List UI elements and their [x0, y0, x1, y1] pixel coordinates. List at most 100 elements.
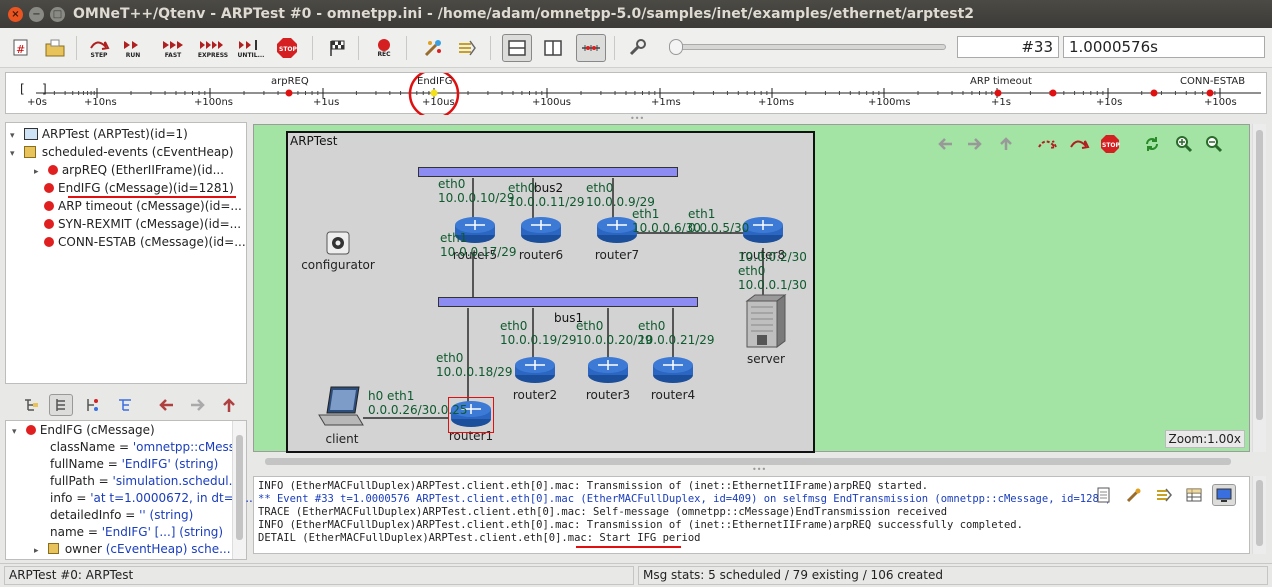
- close-button[interactable]: ×: [8, 7, 23, 22]
- preferences-button[interactable]: [622, 34, 652, 62]
- finish-flag-button[interactable]: [322, 34, 352, 62]
- maximize-button[interactable]: □: [50, 7, 65, 22]
- tree-item-endifg[interactable]: EndIFG (cMessage)(id=1281): [44, 179, 236, 198]
- layout-vertical-button[interactable]: [538, 34, 568, 62]
- find-button[interactable]: [1122, 484, 1146, 506]
- layout-horizontal-button[interactable]: [502, 34, 532, 62]
- slider-handle[interactable]: [669, 39, 683, 55]
- expand-arrow-icon[interactable]: ▸: [34, 542, 44, 560]
- canvas-stop-button[interactable]: STOP: [1098, 133, 1122, 155]
- expand-arrow-icon[interactable]: ▾: [10, 145, 20, 163]
- router3-node[interactable]: router3: [583, 355, 633, 402]
- bus1-bar[interactable]: [438, 297, 698, 307]
- animation-speed-slider[interactable]: [669, 39, 946, 55]
- expand-arrow-icon[interactable]: ▸: [34, 163, 44, 181]
- bus2-bar[interactable]: [418, 167, 678, 177]
- stop-button[interactable]: STOP: [272, 34, 302, 62]
- scroll-thumb[interactable]: [1256, 130, 1263, 420]
- field-value: (cEventHeap) sche...: [105, 542, 231, 556]
- scroll-thumb[interactable]: [265, 458, 1231, 465]
- tree-item-arpreq[interactable]: ▸ arpREQ (EtherIIFrame)(id...: [34, 161, 224, 179]
- minimize-button[interactable]: −: [29, 7, 44, 22]
- queue-inspector-button[interactable]: [452, 34, 482, 62]
- back-button[interactable]: [155, 394, 179, 416]
- log-line: DETAIL (EtherMACFullDuplex)ARPTest.clien…: [258, 532, 701, 544]
- network-canvas[interactable]: ARPTest bus2 bus1 configurator router5 r…: [253, 124, 1250, 453]
- timeline-bracket-open: [: [20, 82, 25, 96]
- router4-node[interactable]: router4: [648, 355, 698, 402]
- network-icon-button[interactable]: #: [6, 34, 36, 62]
- timeline-toggle-button[interactable]: [576, 34, 606, 62]
- inheritance-button[interactable]: [81, 394, 105, 416]
- event-marker-arp-timeout[interactable]: [994, 89, 1002, 97]
- forward-button[interactable]: [185, 394, 209, 416]
- event-marker-2[interactable]: [1150, 89, 1158, 97]
- tree-item-conn-estab[interactable]: CONN-ESTAB (cMessage)(id=...: [44, 233, 246, 251]
- configurator-node[interactable]: configurator: [298, 231, 378, 272]
- field-row[interactable]: ▸ owner (cEventHeap) sche...: [34, 540, 231, 558]
- find-messages-button[interactable]: [418, 34, 448, 62]
- open-folder-button[interactable]: [40, 34, 70, 62]
- field-row[interactable]: info = 'at t=1.0000672, in dt=0...: [50, 489, 253, 507]
- canvas-forward-button[interactable]: [962, 133, 986, 155]
- field-row[interactable]: name = 'EndIFG' [...] (string): [50, 523, 223, 541]
- tree-item-scheduled-events[interactable]: ▾ scheduled-events (cEventHeap): [10, 143, 234, 161]
- splitter-grip[interactable]: •••: [752, 465, 766, 474]
- tree-item-arptest[interactable]: ▾ ARPTest (ARPTest)(id=1): [10, 125, 188, 143]
- event-marker-arpreq[interactable]: [285, 89, 293, 97]
- inheritance-icon: [87, 399, 98, 411]
- router6-node[interactable]: router6: [516, 215, 566, 262]
- event-marker-endifg[interactable]: [430, 89, 438, 97]
- copy-log-button[interactable]: [1092, 484, 1116, 506]
- scroll-thumb[interactable]: [1256, 480, 1263, 546]
- filter-button[interactable]: [1152, 484, 1176, 506]
- run-until-button[interactable]: UNTIL...: [236, 34, 266, 62]
- group-by-button[interactable]: [19, 394, 43, 416]
- message-icon: [25, 425, 36, 435]
- tick-label: +10ns: [84, 97, 117, 108]
- splitter-grip[interactable]: •••: [630, 114, 644, 123]
- iface-label: eth0 10.0.0.19/29: [500, 319, 577, 347]
- log-scrollbar[interactable]: [1252, 476, 1266, 554]
- tree-item-arp-timeout[interactable]: ARP timeout (cMessage)(id=...: [44, 197, 242, 215]
- flat-mode-button[interactable]: [49, 394, 73, 416]
- relayout-button[interactable]: [1140, 133, 1164, 155]
- run-local-button[interactable]: [1068, 133, 1092, 155]
- svg-text:STOP: STOP: [279, 46, 298, 53]
- field-row[interactable]: fullName = 'EndIFG' (string): [50, 455, 218, 473]
- children-button[interactable]: [113, 394, 137, 416]
- timeline[interactable]: [ ] +0s +10ns +100ns +1us +10us +100us +…: [5, 72, 1267, 115]
- record-button[interactable]: REC: [369, 34, 399, 62]
- window-titlebar: × − □ OMNeT++/Qtenv - ARPTest #0 - omnet…: [0, 0, 1272, 28]
- inspector-scrollbar[interactable]: [232, 421, 246, 559]
- zoom-out-button[interactable]: [1202, 133, 1226, 155]
- step-into-button[interactable]: [1036, 133, 1060, 155]
- canvas-vscrollbar[interactable]: [1252, 124, 1266, 452]
- canvas-back-button[interactable]: [934, 133, 958, 155]
- express-button[interactable]: EXPRESS: [198, 34, 228, 62]
- router2-node[interactable]: router2: [510, 355, 560, 402]
- tick-label: +1ms: [651, 97, 681, 108]
- field-row[interactable]: detailedInfo = '' (string): [50, 506, 193, 524]
- tree-item-syn-rexmit[interactable]: SYN-REXMIT (cMessage)(id=...: [44, 215, 241, 233]
- up-button[interactable]: [217, 394, 241, 416]
- canvas-up-button[interactable]: [994, 133, 1018, 155]
- fast-button[interactable]: FAST: [158, 34, 188, 62]
- step-button[interactable]: STEP: [84, 34, 114, 62]
- zoom-in-button[interactable]: [1172, 133, 1196, 155]
- run-button[interactable]: RUN: [118, 34, 148, 62]
- inspector-root[interactable]: ▾ EndIFG (cMessage): [12, 421, 155, 439]
- field-row[interactable]: className = 'omnetpp::cMess...: [50, 438, 247, 456]
- messages-view-button[interactable]: [1182, 484, 1206, 506]
- event-marker-1[interactable]: [1049, 89, 1057, 97]
- refresh-icon: [1146, 137, 1158, 151]
- server-node[interactable]: server: [736, 293, 796, 366]
- client-node[interactable]: client: [310, 383, 374, 446]
- expand-arrow-icon[interactable]: ▾: [12, 423, 22, 441]
- scroll-thumb[interactable]: [236, 435, 243, 540]
- folder-icon: [45, 39, 65, 57]
- log-view-button[interactable]: [1212, 484, 1236, 506]
- event-marker-conn-estab[interactable]: [1206, 89, 1214, 97]
- field-row[interactable]: fullPath = 'simulation.schedul...: [50, 472, 240, 490]
- node-label: server: [747, 352, 785, 366]
